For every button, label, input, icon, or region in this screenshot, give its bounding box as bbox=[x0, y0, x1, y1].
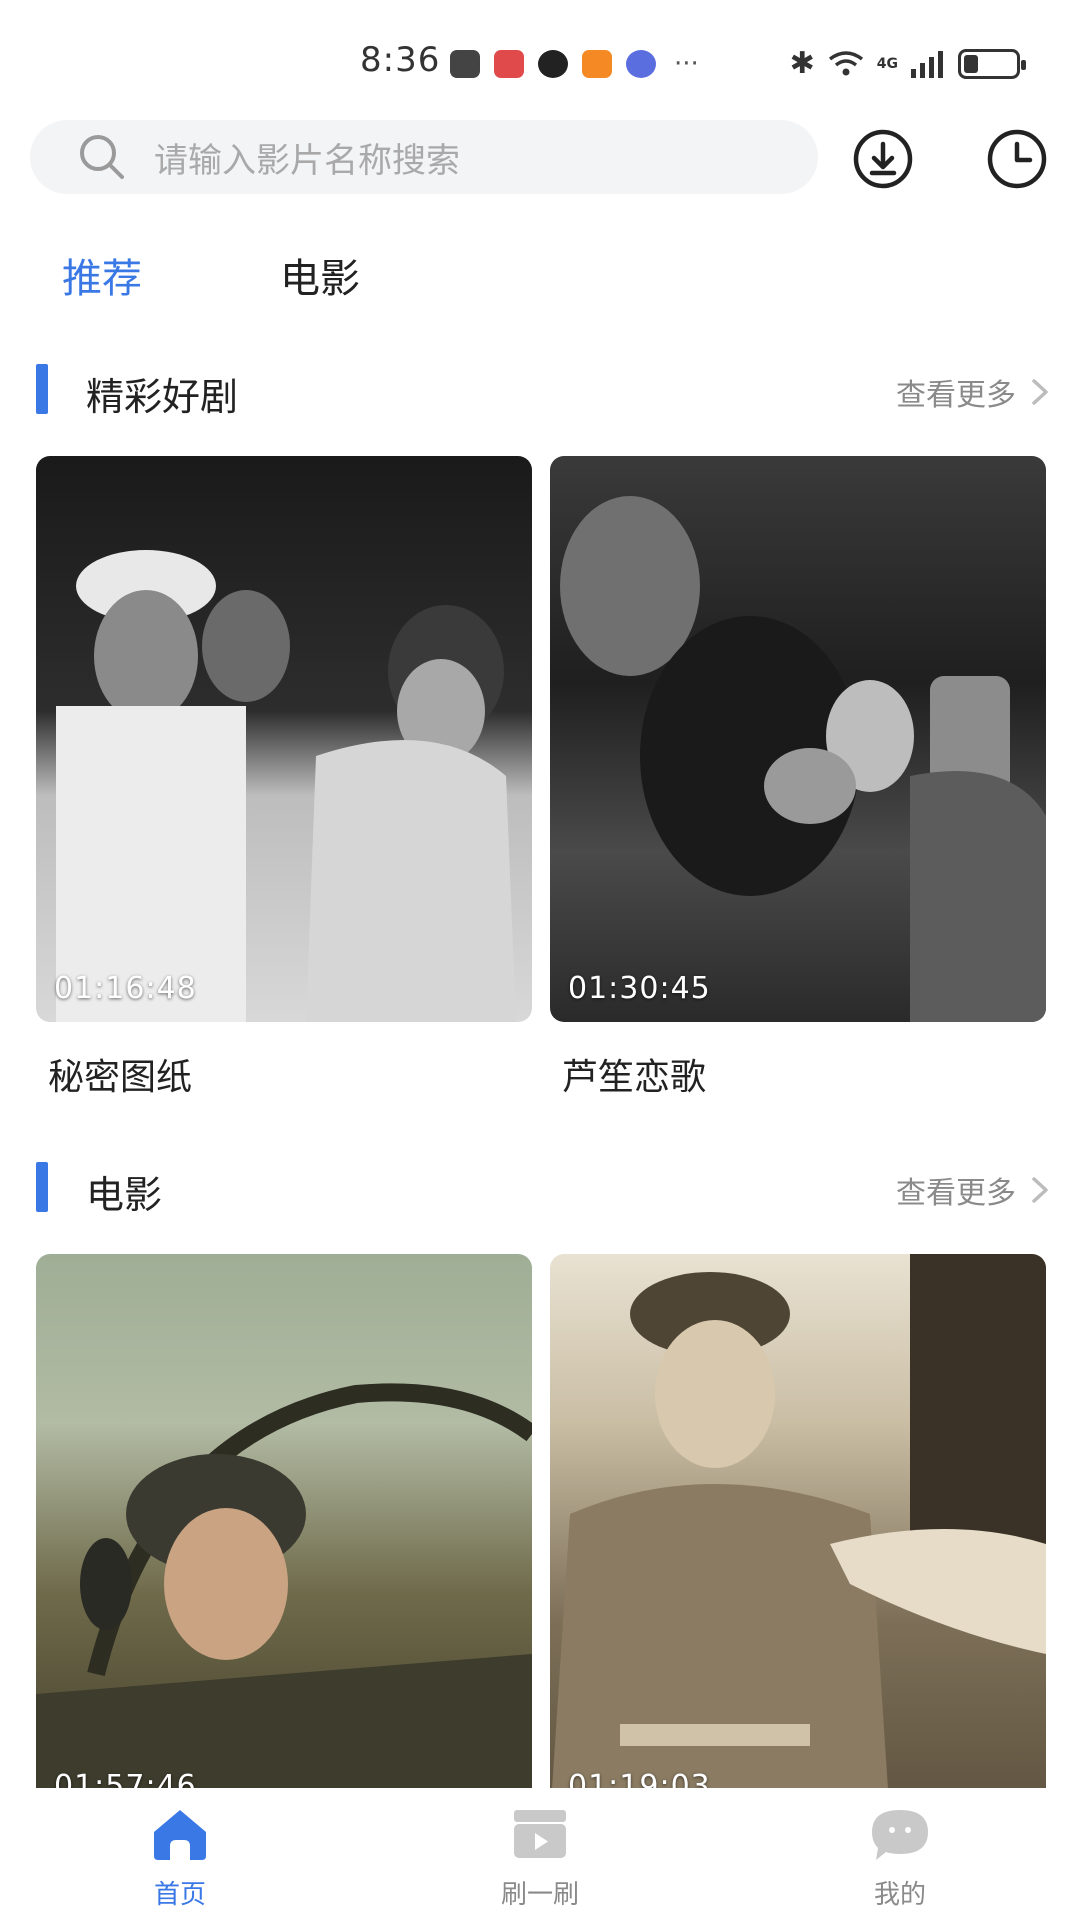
battery-icon bbox=[958, 48, 1026, 79]
qq-app-icon bbox=[538, 50, 568, 78]
network-type: 4G bbox=[876, 55, 898, 72]
notification-icons: ··· bbox=[450, 50, 699, 78]
download-icon[interactable] bbox=[852, 128, 914, 190]
thumbnail-image bbox=[56, 550, 516, 1022]
search-icon bbox=[80, 135, 124, 179]
video-thumbnail[interactable]: 01:16:48 bbox=[36, 456, 532, 1022]
video-card[interactable]: 01:30:45 芦笙恋歌 bbox=[550, 456, 1046, 1100]
signal-icon bbox=[911, 50, 943, 78]
nav-profile[interactable]: 我的 bbox=[720, 1788, 1080, 1920]
history-icon[interactable] bbox=[986, 128, 1048, 190]
section-title-featured: 精彩好剧 bbox=[86, 375, 239, 419]
view-more-label: 查看更多 bbox=[896, 378, 1016, 413]
thumbnail-image bbox=[550, 1254, 1046, 1820]
thumbnail-image bbox=[36, 1383, 532, 1820]
view-more-label: 查看更多 bbox=[896, 1176, 1016, 1211]
status-time: 8:36 bbox=[360, 40, 441, 80]
nav-shorts[interactable]: 刷一刷 bbox=[360, 1788, 720, 1920]
home-icon bbox=[154, 1810, 206, 1860]
search-input[interactable]: 请输入影片名称搜索 bbox=[154, 133, 460, 182]
video-clapper-icon bbox=[514, 1810, 566, 1858]
section-marker bbox=[36, 364, 48, 414]
nav-label: 刷一刷 bbox=[500, 1880, 579, 1910]
search-bar[interactable]: 请输入影片名称搜索 bbox=[30, 120, 818, 194]
tab-movies[interactable]: 电影 bbox=[280, 246, 360, 304]
section-marker bbox=[36, 1162, 48, 1212]
nav-label: 我的 bbox=[873, 1880, 926, 1910]
video-thumbnail[interactable]: 01:57:46 bbox=[36, 1254, 532, 1820]
video-card[interactable]: 01:16:48 秘密图纸 bbox=[36, 456, 532, 1100]
status-bar: 8:36 ··· ✱ 4G bbox=[0, 0, 1080, 100]
nav-label: 首页 bbox=[153, 1880, 206, 1910]
video-title[interactable]: 秘密图纸 bbox=[48, 1048, 532, 1100]
profile-bubble-icon bbox=[872, 1810, 928, 1860]
view-more-movies[interactable]: 查看更多 bbox=[896, 1168, 1050, 1212]
video-card[interactable]: 01:57:46 bbox=[36, 1254, 532, 1820]
bottom-nav: 首页 刷一刷 我的 bbox=[0, 1788, 1080, 1920]
thumbnail-image bbox=[560, 496, 1046, 1022]
video-thumbnail[interactable]: 01:30:45 bbox=[550, 456, 1046, 1022]
wifi-icon bbox=[828, 50, 863, 75]
section-title-movies: 电影 bbox=[86, 1173, 163, 1217]
view-more-featured[interactable]: 查看更多 bbox=[896, 370, 1050, 414]
tab-recommend[interactable]: 推荐 bbox=[62, 246, 142, 304]
chevron-right-icon bbox=[1032, 1177, 1048, 1203]
chevron-right-icon bbox=[1032, 379, 1048, 405]
nav-home[interactable]: 首页 bbox=[0, 1788, 360, 1920]
video-app-icon bbox=[582, 50, 612, 78]
huawei-app-icon bbox=[450, 50, 480, 78]
video-thumbnail[interactable]: 01:19:03 bbox=[550, 1254, 1046, 1820]
video-card[interactable]: 01:19:03 bbox=[550, 1254, 1046, 1820]
music-app-icon bbox=[626, 50, 656, 78]
system-indicators: ✱ 4G bbox=[789, 46, 1026, 81]
book-app-icon bbox=[494, 50, 524, 78]
video-duration: 01:30:45 bbox=[568, 971, 711, 1006]
video-title[interactable]: 芦笙恋歌 bbox=[562, 1048, 1046, 1100]
more-notifications-icon: ··· bbox=[674, 49, 699, 79]
bluetooth-icon: ✱ bbox=[789, 46, 815, 81]
video-duration: 01:16:48 bbox=[54, 971, 197, 1006]
